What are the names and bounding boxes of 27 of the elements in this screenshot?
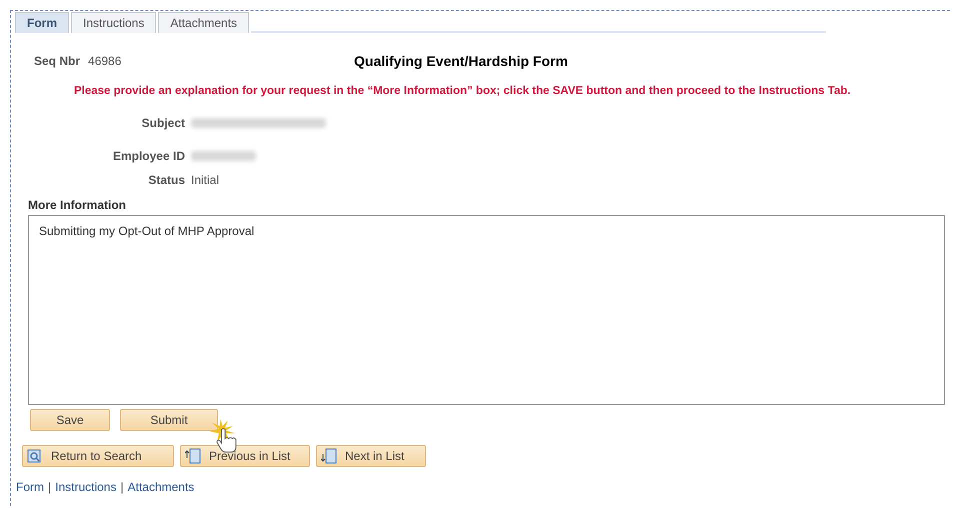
footer-link[interactable]: Attachments (128, 480, 194, 494)
tab[interactable]: Form (15, 12, 69, 33)
link-separator: | (48, 480, 52, 494)
link-separator: | (120, 480, 124, 494)
field-label: Status (147, 173, 186, 187)
down-arrow-page-icon (321, 448, 337, 464)
search-icon (27, 448, 43, 464)
tab[interactable]: Attachments (158, 12, 250, 33)
action-button[interactable]: Save (30, 409, 110, 431)
seq-nbr-value: 46986 (88, 54, 122, 68)
footer-link[interactable]: Form (16, 480, 44, 494)
form-title: Qualifying Event/Hardship Form (354, 53, 568, 69)
instruction-notice: Please provide an explanation for your request in the “More Information” box; click the SAVE button and then proceed to the Instructions Tab. (73, 85, 852, 97)
more-information-field[interactable]: Submitting my Opt-Out of MHP Approval (28, 215, 945, 405)
blurred-value (191, 151, 256, 161)
nav-button[interactable]: Return to Search (22, 445, 174, 467)
action-button[interactable]: Submit (120, 409, 218, 431)
footer-link[interactable]: Instructions (55, 480, 116, 494)
more-information-label: More Information (27, 198, 127, 212)
field-label: Employee ID (112, 149, 186, 163)
field-value: Initial (191, 173, 220, 187)
field-label: Subject (140, 116, 186, 130)
tab[interactable]: Instructions (71, 12, 156, 33)
nav-button[interactable]: Next in List (316, 445, 426, 467)
seq-nbr-label: Seq Nbr (34, 54, 80, 68)
up-arrow-page-icon (185, 448, 201, 464)
nav-button[interactable]: Previous in List (180, 445, 310, 467)
